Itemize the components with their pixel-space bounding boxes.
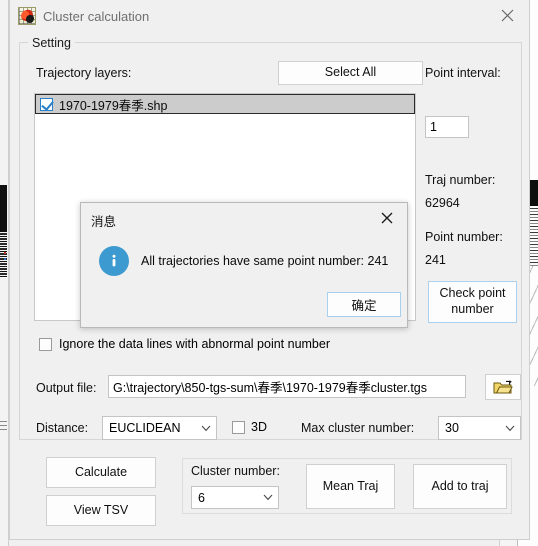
folder-open-icon[interactable] — [485, 374, 521, 400]
output-file-input[interactable] — [108, 375, 466, 398]
view-tsv-button[interactable]: View TSV — [46, 495, 156, 526]
cluster-number-label: Cluster number: — [191, 464, 280, 478]
check-point-number-line2: number — [451, 302, 494, 316]
window-title: Cluster calculation — [43, 9, 150, 24]
message-dialog-text: All trajectories have same point number:… — [141, 254, 389, 268]
check-point-number-line1: Check point — [439, 286, 506, 301]
distance-select-value: EUCLIDEAN — [109, 421, 181, 435]
chevron-down-icon — [258, 494, 278, 501]
distance-label: Distance: — [36, 421, 89, 435]
mean-traj-button[interactable]: Mean Traj — [306, 464, 395, 509]
three-d-label: 3D — [251, 420, 267, 434]
ok-button[interactable]: 确定 — [327, 292, 401, 317]
output-file-label: Output file: — [36, 381, 97, 395]
point-interval-label: Point interval: — [425, 66, 501, 80]
message-dialog-titlebar[interactable]: 消息 — [81, 203, 407, 233]
list-item-label: 1970-1979春季.shp — [59, 98, 168, 113]
max-cluster-number-select[interactable]: 30 — [438, 416, 521, 440]
message-dialog: 消息 All trajectories have same point numb… — [80, 202, 408, 328]
ignore-abnormal-checkbox[interactable] — [39, 337, 52, 351]
three-d-checkbox-row[interactable]: 3D — [232, 420, 267, 434]
background-red-marker — [4, 252, 6, 254]
point-interval-input[interactable] — [425, 116, 469, 138]
background-left-texture — [0, 232, 7, 278]
trajectory-layers-label: Trajectory layers: — [36, 66, 132, 80]
add-to-traj-button[interactable]: Add to traj — [413, 464, 507, 509]
app-grid-icon — [18, 7, 36, 25]
cluster-calculation-window: Cluster calculation Setting Trajectory l… — [9, 0, 530, 540]
max-cluster-number-label: Max cluster number: — [301, 421, 415, 435]
chevron-down-icon — [196, 425, 216, 432]
chevron-down-icon — [500, 425, 520, 432]
max-cluster-number-value: 30 — [445, 421, 459, 435]
calculate-button[interactable]: Calculate — [46, 457, 156, 488]
traj-number-label: Traj number: — [425, 173, 496, 187]
ignore-abnormal-label: Ignore the data lines with abnormal poin… — [59, 337, 330, 351]
background-blue-marker — [4, 258, 6, 260]
point-number-value: 241 — [425, 253, 446, 267]
cluster-number-select[interactable]: 6 — [191, 486, 279, 509]
three-d-checkbox[interactable] — [232, 420, 245, 434]
traj-number-value: 62964 — [425, 196, 460, 210]
check-point-number-button[interactable]: Check point number — [428, 281, 517, 323]
close-icon[interactable] — [367, 203, 407, 232]
window-titlebar[interactable]: Cluster calculation — [10, 0, 529, 33]
layer-checkbox[interactable] — [40, 97, 53, 111]
close-icon[interactable] — [485, 0, 529, 31]
cluster-number-value: 6 — [198, 490, 205, 505]
select-all-button[interactable]: Select All — [278, 61, 423, 85]
distance-select[interactable]: EUCLIDEAN — [102, 416, 217, 440]
list-item[interactable]: 1970-1979春季.shp — [35, 94, 415, 114]
background-left-lines — [0, 418, 7, 430]
message-dialog-title: 消息 — [91, 215, 117, 229]
ignore-abnormal-checkbox-row[interactable]: Ignore the data lines with abnormal poin… — [39, 337, 330, 351]
info-icon — [99, 246, 129, 276]
setting-group-label: Setting — [28, 36, 75, 50]
point-number-label: Point number: — [425, 230, 503, 244]
